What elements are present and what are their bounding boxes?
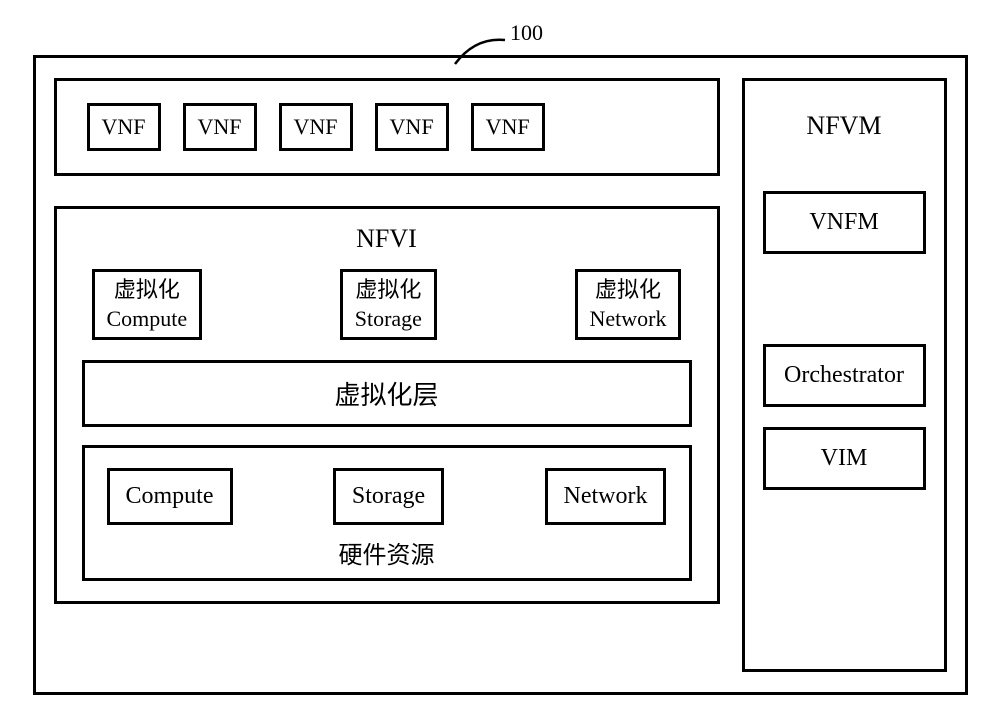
vnf-box: VNF <box>183 103 257 151</box>
hardware-container: Compute Storage Network 硬件资源 <box>82 445 692 581</box>
vnf-box: VNF <box>279 103 353 151</box>
vnf-box: VNF <box>471 103 545 151</box>
left-column: VNF VNF VNF VNF VNF NFVI 虚拟化 Compute 虚拟化… <box>54 78 720 672</box>
vnfm-box: VNFM <box>763 191 926 254</box>
hardware-row: Compute Storage Network <box>105 468 669 535</box>
virtual-storage-box: 虚拟化 Storage <box>340 269 437 340</box>
virtual-network-box: 虚拟化 Network <box>575 269 682 340</box>
vnf-box: VNF <box>87 103 161 151</box>
hw-storage-box: Storage <box>333 468 444 525</box>
vim-box: VIM <box>763 427 926 490</box>
system-container: VNF VNF VNF VNF VNF NFVI 虚拟化 Compute 虚拟化… <box>33 55 968 695</box>
vnf-box: VNF <box>375 103 449 151</box>
hardware-label: 硬件资源 <box>105 535 669 570</box>
virtual-resources-row: 虚拟化 Compute 虚拟化 Storage 虚拟化 Network <box>82 269 692 360</box>
hw-compute-box: Compute <box>107 468 233 525</box>
virtual-compute-en: Compute <box>107 305 188 334</box>
virtual-network-zh: 虚拟化 <box>590 276 667 305</box>
right-column: NFVM VNFM Orchestrator VIM <box>742 78 947 672</box>
nfvm-title: NFVM <box>763 111 926 141</box>
hw-network-box: Network <box>545 468 667 525</box>
virtualization-layer: 虚拟化层 <box>82 360 692 427</box>
virtual-network-en: Network <box>590 305 667 334</box>
virtual-compute-box: 虚拟化 Compute <box>92 269 203 340</box>
virtual-compute-zh: 虚拟化 <box>107 276 188 305</box>
nfvi-container: NFVI 虚拟化 Compute 虚拟化 Storage 虚拟化 Network <box>54 206 720 604</box>
vnf-row: VNF VNF VNF VNF VNF <box>54 78 720 176</box>
virtual-storage-en: Storage <box>355 305 422 334</box>
nfvi-title: NFVI <box>82 224 692 254</box>
virtual-storage-zh: 虚拟化 <box>355 276 422 305</box>
orchestrator-box: Orchestrator <box>763 344 926 407</box>
figure-number: 100 <box>510 20 543 46</box>
